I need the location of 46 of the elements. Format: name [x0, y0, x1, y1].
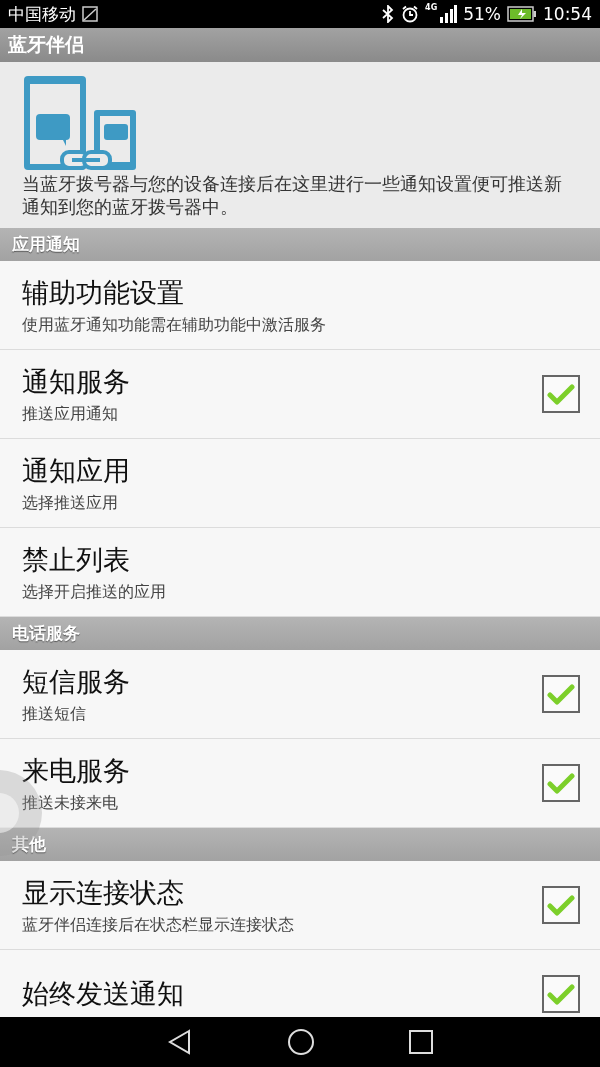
setting-subtitle: 选择开启推送的应用 — [22, 581, 167, 603]
settings-row[interactable]: 禁止列表 选择开启推送的应用 — [0, 528, 600, 617]
setting-subtitle: 选择推送应用 — [22, 492, 119, 514]
network-type: 4G — [425, 3, 438, 12]
settings-row[interactable]: 始终发送通知 — [0, 950, 600, 1017]
checkbox[interactable] — [542, 764, 580, 802]
setting-subtitle: 使用蓝牙通知功能需在辅助功能中激活服务 — [22, 314, 327, 336]
section-header: 应用通知 — [12, 233, 80, 256]
signal-icon — [439, 5, 458, 23]
clock-time: 10:54 — [543, 4, 592, 24]
setting-title: 辅助功能设置 — [22, 275, 185, 310]
settings-row[interactable]: 通知应用 选择推送应用 — [0, 439, 600, 528]
checkbox[interactable] — [542, 975, 580, 1013]
checkbox[interactable] — [542, 675, 580, 713]
setting-subtitle: 推送未接来电 — [22, 792, 119, 814]
app-title: 蓝牙伴侣 — [8, 32, 84, 57]
image-icon — [82, 6, 98, 22]
battery-percent: 51% — [463, 4, 501, 24]
settings-row[interactable]: 显示连接状态 蓝牙伴侣连接后在状态栏显示连接状态 — [0, 861, 600, 950]
alarm-icon — [401, 5, 420, 23]
setting-subtitle: 推送应用通知 — [22, 403, 119, 425]
setting-title: 通知服务 — [22, 364, 131, 399]
battery-icon — [507, 6, 537, 22]
settings-row[interactable]: 短信服务 推送短信 — [0, 650, 600, 739]
section-header: 其他 — [12, 833, 46, 856]
recents-icon[interactable] — [409, 1030, 433, 1054]
settings-row[interactable]: 辅助功能设置 使用蓝牙通知功能需在辅助功能中激活服务 — [0, 261, 600, 350]
setting-title: 显示连接状态 — [22, 875, 185, 910]
back-icon[interactable] — [167, 1029, 193, 1055]
bluetooth-icon — [381, 5, 396, 23]
setting-title: 通知应用 — [22, 453, 131, 488]
setting-subtitle: 蓝牙伴侣连接后在状态栏显示连接状态 — [22, 914, 295, 936]
setting-title: 禁止列表 — [22, 542, 131, 577]
checkbox[interactable] — [542, 375, 580, 413]
settings-row[interactable]: 来电服务 推送未接来电 — [0, 739, 600, 828]
setting-title: 始终发送通知 — [22, 977, 185, 1011]
carrier-name: 中国移动 — [8, 2, 76, 26]
home-icon[interactable] — [287, 1028, 315, 1056]
setting-subtitle: 推送短信 — [22, 703, 87, 725]
setting-title: 短信服务 — [22, 664, 131, 699]
checkbox[interactable] — [542, 886, 580, 924]
intro-text: 当蓝牙拨号器与您的设备连接后在这里进行一些通知设置便可推送新通知到您的蓝牙拨号器中。 — [22, 172, 563, 218]
setting-title: 来电服务 — [22, 753, 131, 788]
settings-row[interactable]: 通知服务 推送应用通知 — [0, 350, 600, 439]
devices-link-icon — [22, 74, 138, 172]
section-header: 电话服务 — [12, 622, 80, 645]
